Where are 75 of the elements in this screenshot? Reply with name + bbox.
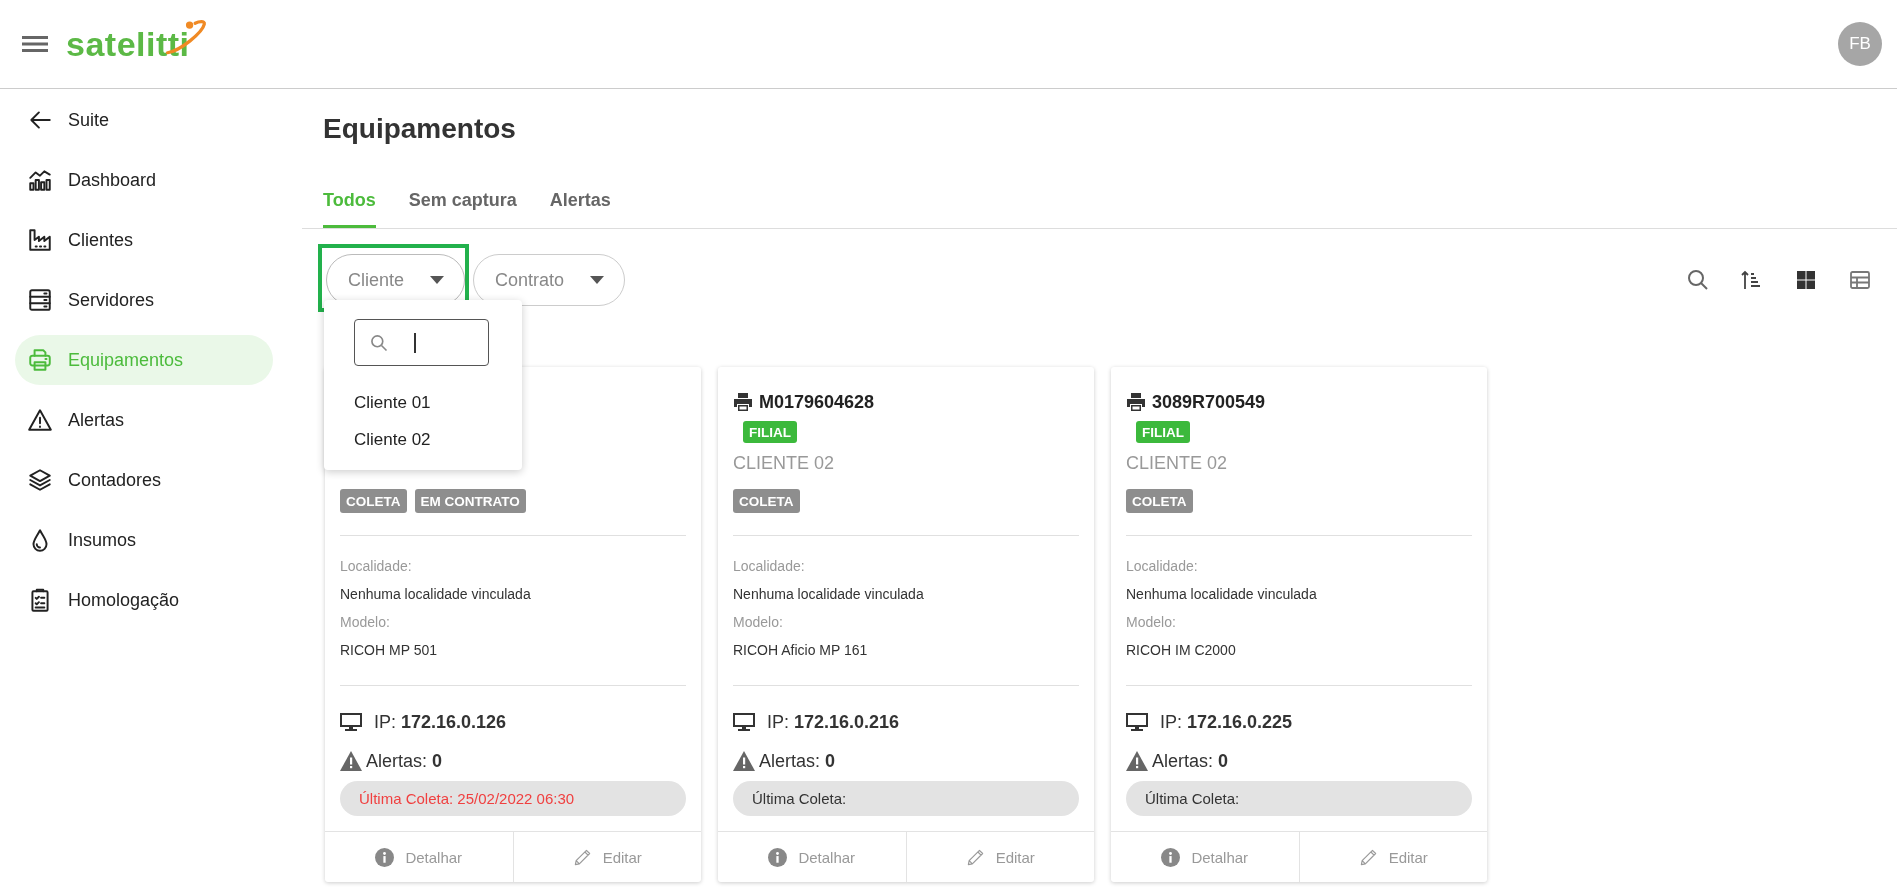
field-label: Localidade: <box>1126 557 1199 576</box>
branch-tag: FILIAL <box>743 421 797 443</box>
warning-icon <box>1126 751 1148 771</box>
ip-address: IP: 172.16.0.126 <box>374 711 507 734</box>
server-icon <box>27 287 53 313</box>
alert-count: Alertas: 0 <box>759 750 836 773</box>
layers-icon <box>27 467 53 493</box>
serial-number: 3089R700549 <box>1152 391 1266 413</box>
sidebar-item[interactable]: Contadores <box>15 455 273 505</box>
sidebar-item[interactable]: Alertas <box>15 395 273 445</box>
info-icon <box>375 847 395 867</box>
field-label: Modelo: <box>733 613 784 632</box>
sidebar-item[interactable]: Servidores <box>15 275 273 325</box>
search-icon[interactable] <box>1686 268 1710 292</box>
warning-icon <box>340 751 362 771</box>
caret-icon <box>430 276 445 284</box>
alert-count: Alertas: 0 <box>1152 750 1229 773</box>
serial-number: M0179604628 <box>759 391 875 413</box>
factory-icon <box>27 227 53 253</box>
menu-icon[interactable] <box>22 36 48 52</box>
card-action-button[interactable]: Detalhar <box>325 832 513 882</box>
info-icon <box>1161 847 1181 867</box>
client-name: CLIENTE 02 <box>733 452 836 475</box>
grid-view-icon[interactable] <box>1794 268 1818 292</box>
card-action-button[interactable]: Detalhar <box>718 832 906 882</box>
back-link[interactable]: Suite <box>15 95 273 145</box>
warning-icon <box>733 751 755 771</box>
table-view-icon[interactable] <box>1848 268 1872 292</box>
field-label: Modelo: <box>1126 613 1177 632</box>
pencil-icon <box>965 847 985 867</box>
field-value: RICOH MP 501 <box>340 641 438 660</box>
field-label: Localidade: <box>733 557 806 576</box>
monitor-icon <box>733 712 755 732</box>
field-value: Nenhuma localidade vinculada <box>733 585 925 604</box>
sidebar-item[interactable]: Insumos <box>15 515 273 565</box>
branch-tag: FILIAL <box>1136 421 1190 443</box>
ip-address: IP: 172.16.0.216 <box>767 711 900 734</box>
client-name: CLIENTE 02 <box>1126 452 1229 475</box>
card-action-button[interactable]: Detalhar <box>1111 832 1299 882</box>
printer-icon <box>733 392 753 412</box>
sidebar-item[interactable]: Homologação <box>15 575 273 625</box>
monitor-icon <box>340 712 362 732</box>
field-value: Nenhuma localidade vinculada <box>340 585 532 604</box>
warning-icon <box>27 407 53 433</box>
sidebar-item[interactable]: Dashboard <box>15 155 273 205</box>
printer-icon <box>1126 392 1146 412</box>
field-label: Localidade: <box>340 557 413 576</box>
chart-icon <box>27 167 53 193</box>
status-tag: COLETA <box>340 489 407 513</box>
last-collection: Última Coleta: <box>1126 781 1472 816</box>
last-collection: Última Coleta: <box>733 781 1079 816</box>
dropdown-option[interactable]: Cliente 01 <box>324 384 522 421</box>
status-tag: EM CONTRATO <box>414 489 526 513</box>
last-collection: Última Coleta: 25/02/2022 06:30 <box>340 781 686 816</box>
search-field[interactable] <box>354 319 489 366</box>
field-value: RICOH IM C2000 <box>1126 641 1237 660</box>
field-value: Nenhuma localidade vinculada <box>1126 585 1318 604</box>
info-icon <box>768 847 788 867</box>
field-value: RICOH Aficio MP 161 <box>733 641 869 660</box>
ip-address: IP: 172.16.0.225 <box>1160 711 1293 734</box>
field-label: Modelo: <box>340 613 391 632</box>
status-tag: COLETA <box>1126 489 1193 513</box>
pencil-icon <box>572 847 592 867</box>
dropdown-option[interactable]: Cliente 02 <box>324 421 522 458</box>
status-tag: COLETA <box>733 489 800 513</box>
search-icon <box>369 332 389 353</box>
caret-icon <box>590 276 605 284</box>
sidebar-item[interactable]: Clientes <box>15 215 273 265</box>
tab[interactable]: Sem captura <box>408 177 517 228</box>
alert-count: Alertas: 0 <box>366 750 443 773</box>
pencil-icon <box>1358 847 1378 867</box>
printer-icon <box>27 347 53 373</box>
tab[interactable]: Alertas <box>549 177 611 228</box>
monitor-icon <box>1126 712 1148 732</box>
page-title: Equipamentos <box>323 112 517 146</box>
